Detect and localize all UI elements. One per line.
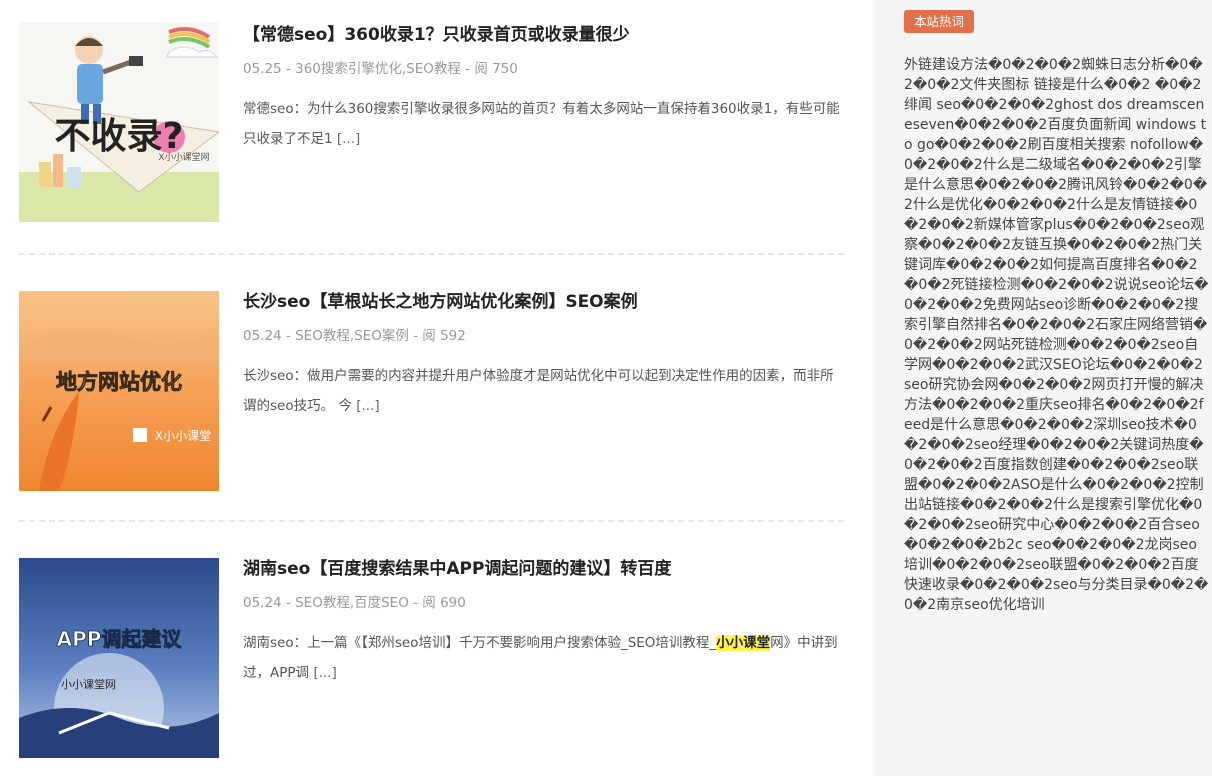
sidebar: 本站热词 外链建设方法�0�2�0�2蜘蛛日志分析�0�2�0�2文件夹图标 链… <box>874 0 1212 776</box>
read-more-link[interactable]: [...] <box>337 131 360 147</box>
post-thumbnail[interactable]: 不收录? X小小课堂网 <box>19 22 219 222</box>
post-meta: 05.24 - SEO教程,百度SEO - 阅 690 <box>243 595 466 611</box>
thumbnail-brand: X小小课堂网 <box>158 151 209 163</box>
thumbnail-illustration-app-launch: APP调起建议 小小课堂网 <box>19 558 219 758</box>
excerpt-text: 长沙seo：做用户需要的内容并提升用户体验度才是网站优化中可以起到决定性作用的因… <box>243 368 834 414</box>
post-divider <box>19 520 844 522</box>
post-title[interactable]: 【常德seo】360收录1？只收录首页或收录量很少 <box>243 22 630 48</box>
post-title[interactable]: 长沙seo【草根站长之地方网站优化案例】SEO案例 <box>243 289 638 315</box>
thumbnail-brand: 小小课堂网 <box>61 678 116 691</box>
post-meta: 05.24 - SEO教程,SEO案例 - 阅 592 <box>243 328 466 344</box>
thumbnail-caption: APP调起建议 <box>57 627 183 651</box>
post-excerpt: 长沙seo：做用户需要的内容并提升用户体验度才是网站优化中可以起到决定性作用的因… <box>243 361 843 421</box>
post-excerpt: 湖南seo：上一篇《【郑州seo培训】千万不要影响用户搜索体验_SEO培训教程_… <box>243 628 843 688</box>
post-thumbnail[interactable]: 地方网站优化 X小小课堂 <box>19 291 219 491</box>
post-excerpt: 常德seo：为什么360搜索引擎收录很多网站的首页？有着太多网站一直保持着360… <box>243 94 843 154</box>
post-thumbnail[interactable]: APP调起建议 小小课堂网 <box>19 558 219 758</box>
thumbnail-brand: X小小课堂 <box>155 429 211 443</box>
hot-keywords-badge: 本站热词 <box>904 10 975 33</box>
thumbnail-caption: 地方网站优化 <box>56 370 182 394</box>
excerpt-highlight: 小小课堂 <box>716 635 771 651</box>
excerpt-text: 常德seo：为什么360搜索引擎收录很多网站的首页？有着太多网站一直保持着360… <box>243 101 840 147</box>
post-list: 不收录? X小小课堂网 【常德seo】360收录1？只收录首页或收录量很少 05… <box>0 0 862 776</box>
excerpt-text: 湖南seo：上一篇《【郑州seo培训】千万不要影响用户搜索体验_SEO培训教程_ <box>243 635 717 651</box>
thumbnail-illustration-local-seo: 地方网站优化 X小小课堂 <box>19 291 219 491</box>
read-more-link[interactable]: [...] <box>313 665 336 681</box>
thumbnail-illustration-not-indexed: 不收录? X小小课堂网 <box>19 22 219 222</box>
hot-keywords-list[interactable]: 外链建设方法�0�2�0�2蜘蛛日志分析�0�2�0�2文件夹图标 链接是什么�… <box>904 55 1209 615</box>
post-meta: 05.25 - 360搜索引擎优化,SEO教程 - 阅 750 <box>243 61 518 77</box>
post-divider <box>19 253 844 255</box>
post-title[interactable]: 湖南seo【百度搜索结果中APP调起问题的建议】转百度 <box>243 556 671 582</box>
read-more-link[interactable]: [...] <box>356 398 379 414</box>
thumbnail-caption: 不收录? <box>55 116 184 157</box>
